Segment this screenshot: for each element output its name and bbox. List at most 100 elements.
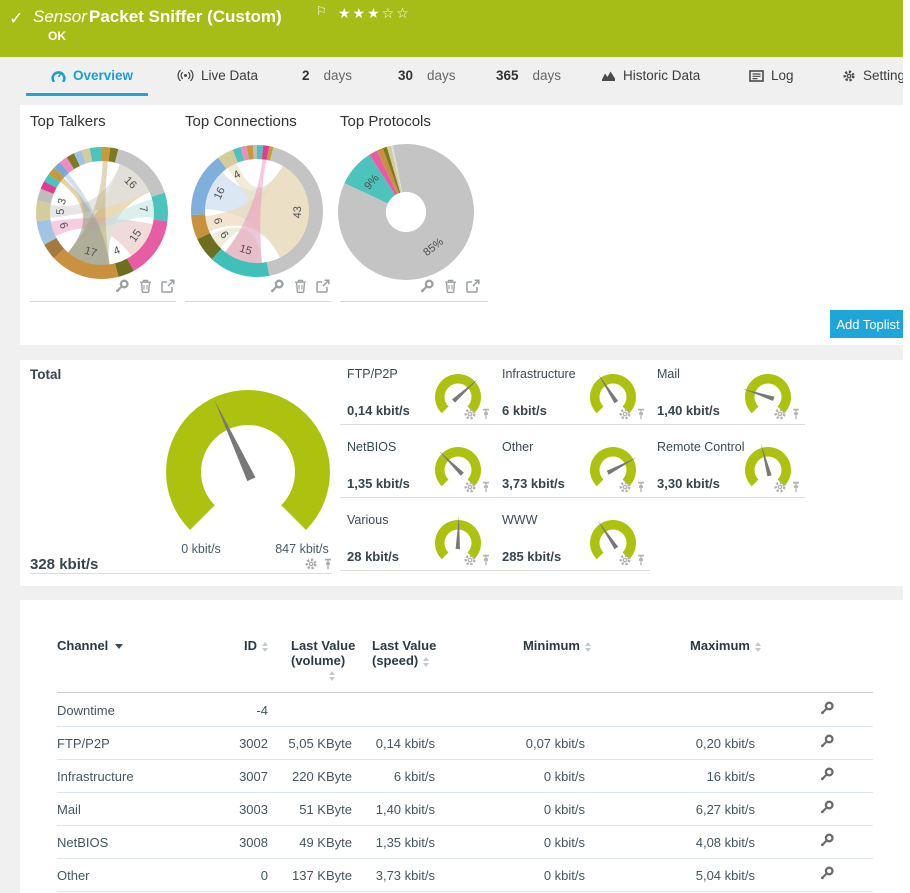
divider bbox=[185, 301, 331, 302]
column-header-last-value-speed[interactable]: Last Value (speed) bbox=[372, 638, 467, 668]
priority-stars[interactable]: ★★★☆☆ bbox=[338, 5, 411, 22]
sort-icon[interactable] bbox=[755, 642, 761, 652]
tab-30-days[interactable]: 30days bbox=[398, 57, 456, 94]
sort-icon[interactable] bbox=[423, 657, 429, 667]
gauge-channel-value: 3,73 kbit/s bbox=[502, 476, 565, 491]
wrench-icon[interactable] bbox=[820, 767, 835, 781]
gear-icon[interactable] bbox=[773, 407, 787, 421]
total-gauge-value: 328 kbit/s bbox=[30, 556, 98, 573]
pin-icon[interactable] bbox=[481, 480, 491, 494]
wrench-icon[interactable] bbox=[820, 866, 835, 880]
gear-icon[interactable] bbox=[618, 480, 632, 494]
wrench-icon[interactable] bbox=[820, 701, 835, 715]
column-header-id[interactable]: ID bbox=[188, 638, 268, 653]
wrench-icon[interactable] bbox=[115, 279, 130, 293]
column-header-minimum[interactable]: Minimum bbox=[460, 638, 591, 653]
cell-last-value-volume: 49 KByte bbox=[257, 826, 352, 859]
wrench-icon[interactable] bbox=[270, 279, 285, 293]
pin-icon[interactable] bbox=[636, 407, 646, 421]
tab-bar: Overview Live Data 2days 30days 365days Histo… bbox=[0, 57, 910, 97]
chart-segment[interactable] bbox=[36, 201, 51, 222]
top-protocols-chart[interactable]: 9%85% bbox=[338, 144, 474, 280]
cell-minimum: 0,07 kbit/s bbox=[460, 727, 585, 760]
flag-icon[interactable]: ⚐ bbox=[316, 4, 327, 18]
channel-settings-button[interactable] bbox=[815, 859, 839, 892]
column-header-label: Maximum bbox=[690, 638, 750, 653]
trash-icon[interactable] bbox=[139, 279, 152, 293]
external-link-icon[interactable] bbox=[316, 279, 330, 293]
wrench-icon[interactable] bbox=[420, 279, 435, 293]
gauge-icon bbox=[51, 69, 66, 82]
column-header-last-value-volume[interactable]: Last Value (volume) bbox=[291, 638, 373, 681]
channel-settings-button[interactable] bbox=[815, 727, 839, 760]
pin-icon[interactable] bbox=[323, 557, 333, 571]
tab-365-days[interactable]: 365days bbox=[496, 57, 561, 94]
column-header-maximum[interactable]: Maximum bbox=[630, 638, 761, 653]
pin-icon[interactable] bbox=[636, 480, 646, 494]
channel-settings-button[interactable] bbox=[815, 760, 839, 793]
gear-icon[interactable] bbox=[773, 480, 787, 494]
gauge-arc bbox=[166, 390, 330, 530]
gauge-toolbar bbox=[773, 480, 801, 494]
column-header-channel[interactable]: Channel bbox=[57, 638, 123, 653]
chart-segment[interactable] bbox=[151, 193, 168, 222]
channels-table-panel: Channel ID Last Value (volume) Last Valu… bbox=[20, 600, 904, 893]
channel-gauge-remote-control: Remote Control3,30 kbit/s bbox=[650, 437, 805, 498]
gear-icon[interactable] bbox=[304, 557, 318, 571]
column-header-label: (speed) bbox=[372, 653, 418, 668]
chart-icon bbox=[601, 69, 616, 82]
table-row-netbios: NetBIOS300849 KByte1,35 kbit/s0 kbit/s4,… bbox=[20, 826, 904, 859]
top-connections-chart[interactable]: 431566164 bbox=[191, 145, 323, 277]
gear-icon[interactable] bbox=[463, 407, 477, 421]
external-link-icon[interactable] bbox=[161, 279, 175, 293]
pin-icon[interactable] bbox=[636, 553, 646, 567]
channel-settings-button[interactable] bbox=[815, 694, 839, 727]
trash-icon[interactable] bbox=[444, 279, 457, 293]
pin-icon[interactable] bbox=[791, 407, 801, 421]
toplist-title-top-protocols[interactable]: Top Protocols bbox=[340, 113, 431, 130]
tab-historic-data[interactable]: Historic Data bbox=[601, 57, 700, 94]
channel-settings-button[interactable] bbox=[815, 826, 839, 859]
cell-minimum: 0 kbit/s bbox=[460, 826, 585, 859]
column-header-label: ID bbox=[244, 638, 257, 653]
sort-icon[interactable] bbox=[329, 671, 335, 681]
sort-icon[interactable] bbox=[585, 642, 591, 652]
tab-2-days[interactable]: 2days bbox=[302, 57, 352, 94]
top-talkers-chart[interactable]: 16715417653 bbox=[36, 147, 168, 279]
tab-log[interactable]: Log bbox=[749, 57, 794, 94]
wrench-icon[interactable] bbox=[820, 734, 835, 748]
sort-icon[interactable] bbox=[262, 642, 268, 652]
donut-hole bbox=[386, 192, 426, 232]
toplist-toolbar bbox=[420, 279, 480, 293]
wrench-icon[interactable] bbox=[820, 833, 835, 847]
tab-settings[interactable]: Settings bbox=[842, 57, 910, 94]
toplists-panel: Top Talkers Top Connections Top Protocol… bbox=[20, 105, 904, 345]
gear-icon[interactable] bbox=[463, 553, 477, 567]
wrench-icon[interactable] bbox=[820, 800, 835, 814]
cell-last-value-speed: 0,14 kbit/s bbox=[340, 727, 435, 760]
pin-icon[interactable] bbox=[481, 407, 491, 421]
trash-icon[interactable] bbox=[294, 279, 307, 293]
gear-icon[interactable] bbox=[618, 553, 632, 567]
add-toplist-button[interactable]: Add Toplist bbox=[830, 310, 906, 338]
gauge-channel-value: 1,40 kbit/s bbox=[657, 403, 720, 418]
gear-icon[interactable] bbox=[463, 480, 477, 494]
pin-icon[interactable] bbox=[481, 553, 491, 567]
scrollbar-track[interactable] bbox=[903, 0, 910, 893]
status-check-icon: ✓ bbox=[9, 9, 23, 29]
cell-id: 0 bbox=[188, 859, 268, 892]
column-header-label: Last Value bbox=[291, 638, 373, 653]
cell-minimum: 0 kbit/s bbox=[460, 760, 585, 793]
channel-settings-button[interactable] bbox=[815, 793, 839, 826]
status-badge: OK bbox=[48, 29, 66, 43]
sensor-header: ✓ Sensor Packet Sniffer (Custom) ⚐ ★★★☆☆… bbox=[0, 0, 910, 57]
toplist-title-top-connections[interactable]: Top Connections bbox=[185, 113, 297, 130]
external-link-icon[interactable] bbox=[466, 279, 480, 293]
pin-icon[interactable] bbox=[791, 480, 801, 494]
gear-icon[interactable] bbox=[618, 407, 632, 421]
toplist-title-top-talkers[interactable]: Top Talkers bbox=[30, 113, 106, 130]
tab-live-data[interactable]: Live Data bbox=[177, 57, 258, 94]
divider bbox=[57, 692, 873, 693]
cell-last-value-volume: 51 KByte bbox=[257, 793, 352, 826]
tab-overview[interactable]: Overview bbox=[51, 57, 133, 94]
